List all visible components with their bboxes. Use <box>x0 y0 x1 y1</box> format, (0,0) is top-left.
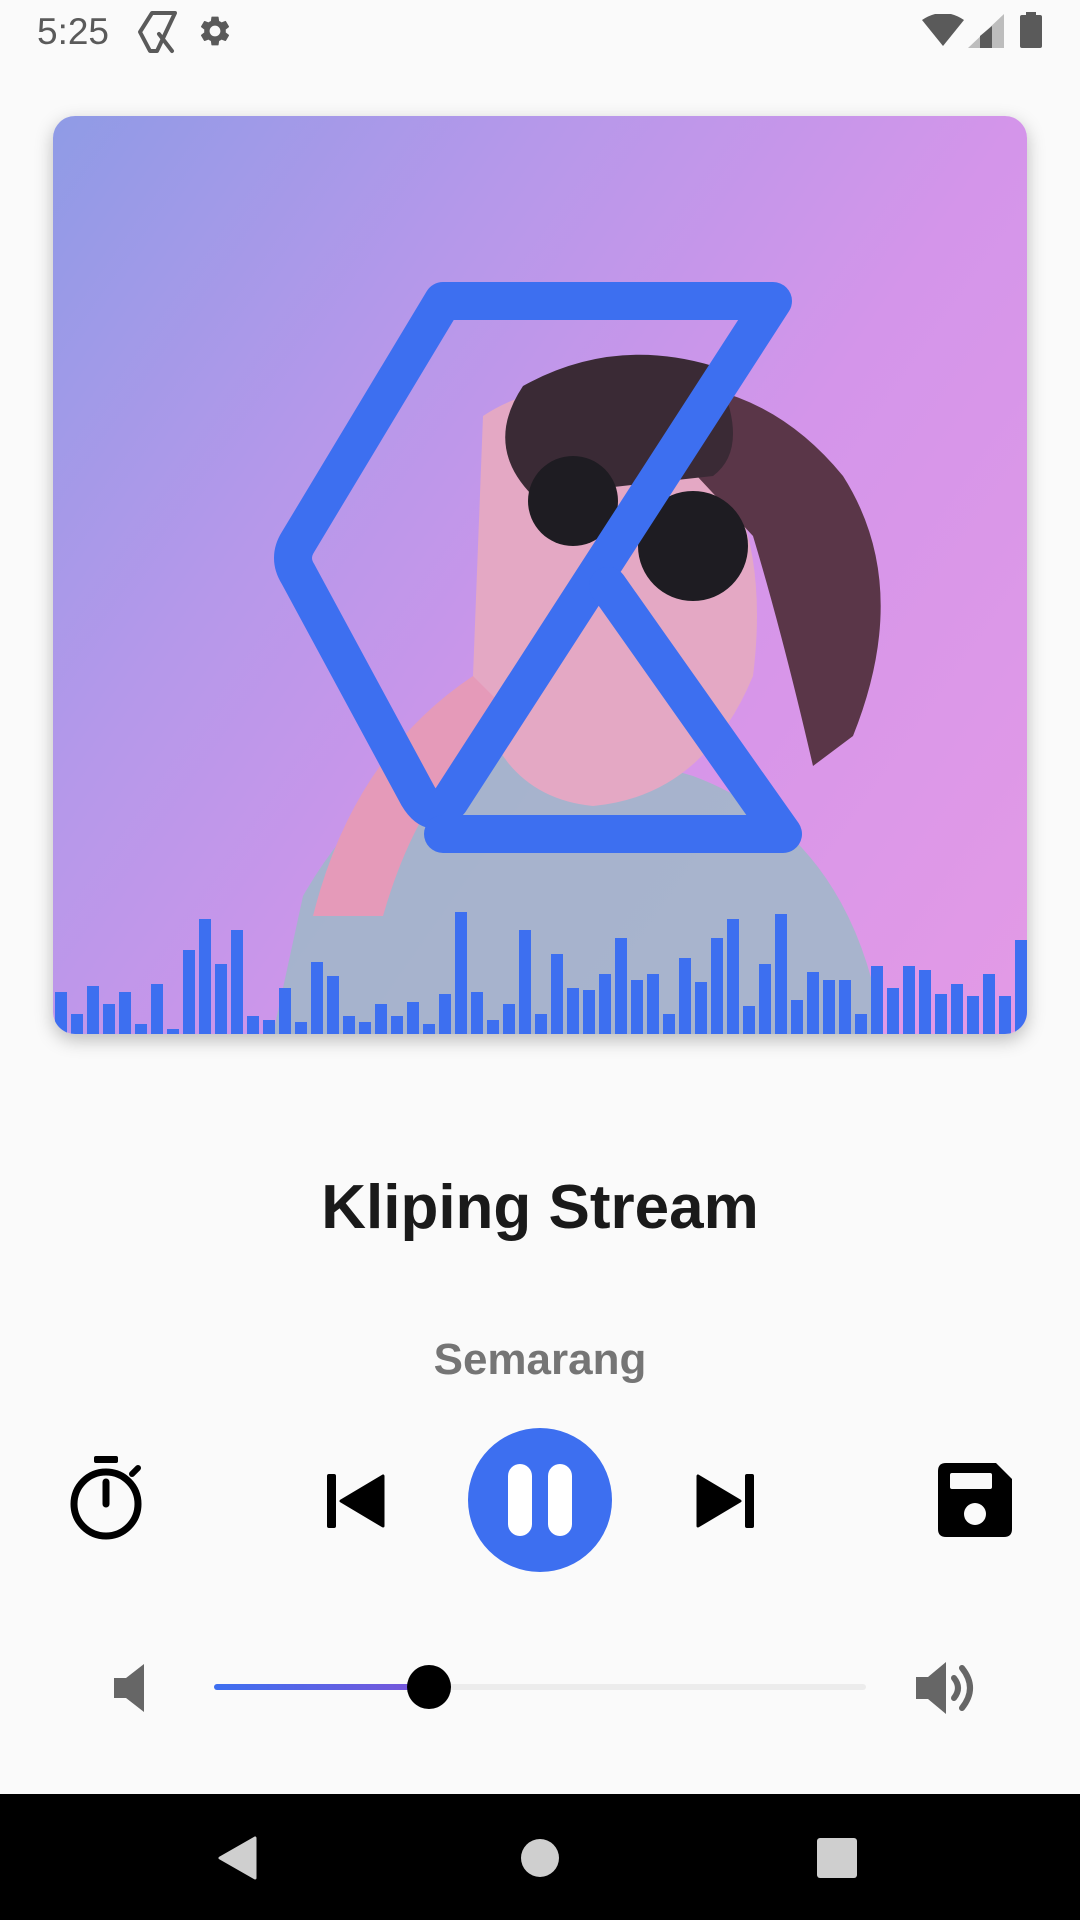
visualizer-bar <box>695 982 707 1034</box>
visualizer-bar <box>775 914 787 1034</box>
status-bar: 5:25 <box>0 0 1080 63</box>
visualizer-bar <box>71 1014 83 1034</box>
home-icon[interactable] <box>520 1838 560 1878</box>
visualizer-bar <box>359 1022 371 1034</box>
visualizer-bar <box>103 1004 115 1034</box>
visualizer-bar <box>759 964 771 1034</box>
album-art-graphic <box>55 282 1027 1034</box>
save-icon[interactable] <box>938 1463 1012 1537</box>
visualizer-bar <box>871 966 883 1034</box>
visualizer-bar <box>247 1016 259 1034</box>
visualizer-bar <box>311 962 323 1034</box>
volume-high-icon[interactable] <box>916 1660 978 1716</box>
visualizer-bar <box>711 938 723 1034</box>
visualizer-bar <box>823 980 835 1034</box>
visualizer-bar <box>855 1014 867 1034</box>
skip-next-icon[interactable] <box>696 1474 754 1528</box>
back-icon[interactable] <box>217 1836 257 1880</box>
battery-icon <box>1020 12 1042 48</box>
volume-slider-thumb[interactable] <box>407 1665 451 1709</box>
skip-previous-icon[interactable] <box>327 1474 385 1528</box>
visualizer-bar <box>887 988 899 1034</box>
visualizer-bar <box>343 1016 355 1034</box>
visualizer-bar <box>167 1029 179 1034</box>
visualizer-bar <box>631 980 643 1034</box>
visualizer-bar <box>423 1024 435 1034</box>
visualizer-bar <box>519 930 531 1034</box>
pause-icon-bar-left <box>508 1464 532 1536</box>
visualizer-bar <box>151 984 163 1034</box>
visualizer-bar <box>967 996 979 1034</box>
visualizer-bar <box>215 964 227 1034</box>
volume-slider[interactable] <box>214 1665 866 1709</box>
visualizer-bar <box>951 984 963 1034</box>
visualizer-bar <box>231 930 243 1034</box>
pause-icon-bar-right <box>548 1464 572 1536</box>
visualizer-bar <box>535 1014 547 1034</box>
visualizer-bar <box>999 996 1011 1034</box>
album-art <box>53 116 1027 1034</box>
track-title: Kliping Stream <box>321 1173 759 1242</box>
visualizer-bar <box>551 954 563 1034</box>
visualizer-bar <box>839 980 851 1034</box>
visualizer-bar <box>199 919 211 1034</box>
visualizer-bar <box>807 972 819 1034</box>
timer-icon[interactable] <box>68 1456 144 1540</box>
visualizer-bar <box>295 1022 307 1034</box>
visualizer-bar <box>391 1016 403 1034</box>
app-logo-icon <box>138 11 177 53</box>
visualizer-bar <box>599 974 611 1034</box>
visualizer-bar <box>791 1000 803 1034</box>
visualizer-bar <box>903 966 915 1034</box>
visualizer-bar <box>183 950 195 1034</box>
track-location: Semarang <box>433 1335 647 1384</box>
visualizer-bar <box>567 988 579 1034</box>
visualizer-bar <box>935 994 947 1034</box>
visualizer-bar <box>279 988 291 1034</box>
visualizer-bar <box>615 938 627 1034</box>
visualizer-bar <box>679 958 691 1034</box>
visualizer-bar <box>503 1004 515 1034</box>
volume-slider-fill <box>214 1684 429 1690</box>
system-nav-bar <box>0 1794 1080 1920</box>
visualizer-bar <box>487 1020 499 1034</box>
visualizer-bar <box>119 992 131 1034</box>
visualizer-bar <box>583 990 595 1034</box>
visualizer-bar <box>375 1004 387 1034</box>
visualizer-bar <box>663 1014 675 1034</box>
visualizer-bar <box>743 1006 755 1034</box>
visualizer-bar <box>983 974 995 1034</box>
visualizer-bar <box>471 992 483 1034</box>
pause-button[interactable] <box>468 1428 612 1572</box>
visualizer-bar <box>407 1002 419 1034</box>
volume-low-icon[interactable] <box>114 1664 148 1712</box>
visualizer-bar <box>727 919 739 1034</box>
cell-signal-icon <box>968 14 1004 48</box>
visualizer-bar <box>919 970 931 1034</box>
visualizer-bar <box>135 1024 147 1034</box>
visualizer-bar <box>327 976 339 1034</box>
visualizer-bar <box>87 986 99 1034</box>
settings-gear-icon <box>200 16 230 46</box>
visualizer-bar <box>647 974 659 1034</box>
visualizer-bar <box>55 992 67 1034</box>
visualizer-bar <box>263 1020 275 1034</box>
visualizer-bar <box>1015 940 1027 1034</box>
visualizer-bar <box>439 994 451 1034</box>
status-time: 5:25 <box>37 11 110 52</box>
wifi-icon <box>922 14 964 46</box>
player-screen: 5:25 Kliping Stream Semarang <box>0 0 1080 1920</box>
visualizer-bar <box>455 912 467 1034</box>
recents-icon[interactable] <box>817 1838 857 1878</box>
